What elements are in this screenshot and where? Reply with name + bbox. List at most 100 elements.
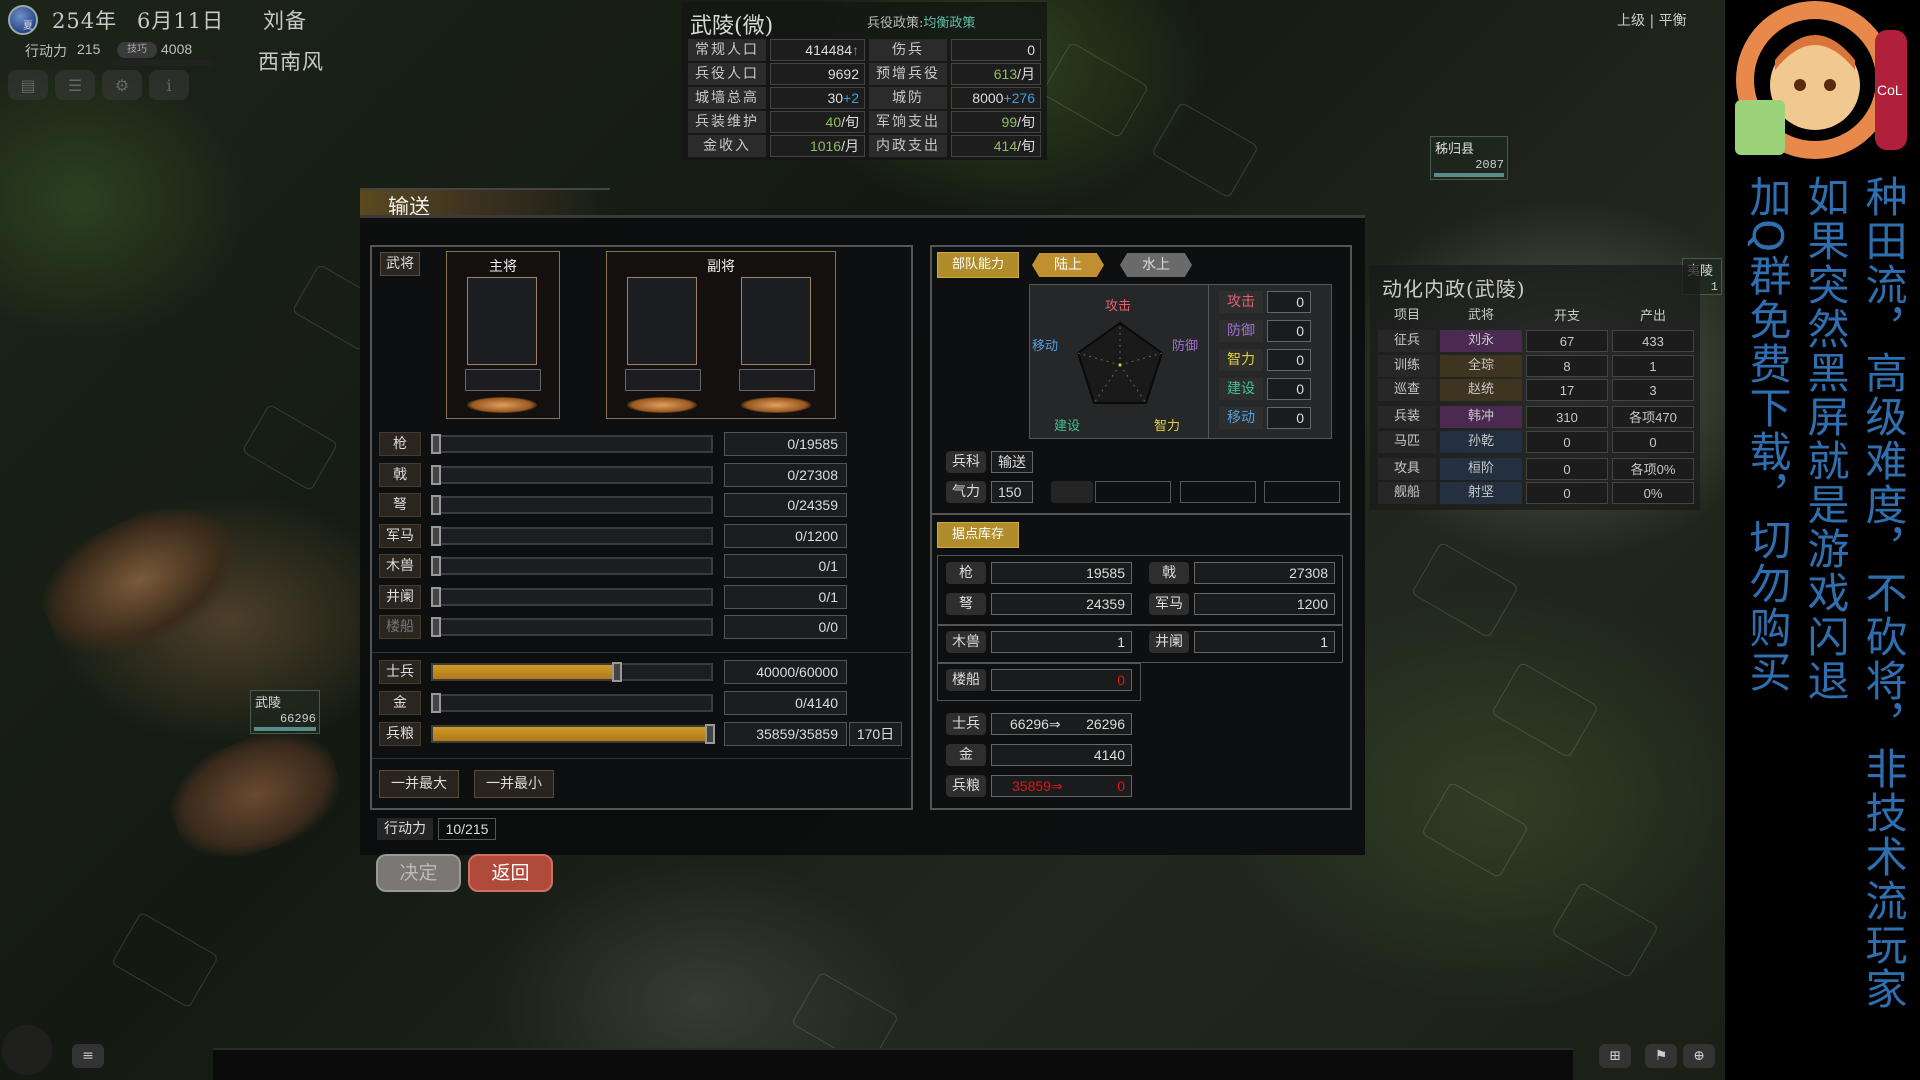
min-all-button[interactable]: 一并最小 <box>474 770 554 798</box>
food-to: 0 <box>1117 778 1125 794</box>
auto-general[interactable]: 赵统 <box>1440 379 1522 401</box>
slider-value[interactable]: 35859/35859 <box>724 722 847 746</box>
slider-track[interactable] <box>431 464 713 485</box>
slider-label: 戟 <box>379 462 421 487</box>
main-general-slot[interactable]: 主将 <box>446 251 560 419</box>
unit-radar-chart: 攻击 防御 移动 建设 智力 <box>1029 284 1209 439</box>
info-icon[interactable]: i <box>149 70 189 100</box>
chips-bag <box>1735 100 1785 155</box>
slider-value[interactable]: 0/1 <box>724 584 847 609</box>
map-label-zigui[interactable]: 秭归县 2087 <box>1430 136 1508 180</box>
inv-label: 军马 <box>1149 593 1189 615</box>
automation-row[interactable]: 攻具 桓阶 0 各项0% <box>1378 458 1700 480</box>
city-row-value: 414484↑ <box>770 39 865 61</box>
auto-item: 征兵 <box>1378 330 1436 352</box>
slider-track[interactable] <box>431 495 713 515</box>
automation-row[interactable]: 征兵 刘永 67 433 <box>1378 330 1700 352</box>
automation-panel: 动化内政(武陵) 项目 武将 开支 产出 征兵 刘永 67 433 训练 全琮 8… <box>1370 265 1700 510</box>
tab-water[interactable]: 水上 <box>1120 253 1192 277</box>
automation-row[interactable]: 马匹 孙乾 0 0 <box>1378 431 1700 453</box>
slider-value[interactable]: 0/1200 <box>724 523 847 548</box>
calendar-icon[interactable]: ▤ <box>8 70 48 100</box>
slider-track[interactable] <box>431 693 713 713</box>
auto-item: 攻具 <box>1378 458 1436 480</box>
gear-icon[interactable]: ⚙ <box>102 70 142 100</box>
city-row-value: 0 <box>951 39 1041 61</box>
slider-value[interactable]: 0/1 <box>724 554 847 578</box>
auto-general[interactable]: 孙乾 <box>1440 431 1522 453</box>
value-bonus: +2 <box>843 90 859 106</box>
automation-row[interactable]: 训练 全琮 8 1 <box>1378 355 1700 377</box>
map-label-wuling[interactable]: 武陵 66296 <box>250 690 320 734</box>
vice-general-nameplate <box>739 369 815 391</box>
slider-thumb[interactable] <box>431 464 441 485</box>
list-icon[interactable]: ☰ <box>55 70 95 100</box>
ruler-emblem-icon[interactable] <box>2 1025 52 1075</box>
city-row-label: 内政支出 <box>869 135 947 157</box>
globe-icon[interactable]: ⊕ <box>1683 1044 1715 1068</box>
confirm-button[interactable]: 决定 <box>376 854 461 892</box>
slot-glow <box>627 397 697 413</box>
slider-track[interactable] <box>431 525 713 546</box>
vice-general-portrait[interactable] <box>741 277 811 365</box>
automation-row[interactable]: 兵装 韩冲 310 各项470 <box>1378 406 1700 428</box>
slider-label: 军马 <box>379 523 421 548</box>
flag-icon[interactable]: ⚑ <box>1645 1044 1677 1068</box>
slider-value[interactable]: 0/0 <box>724 615 847 639</box>
unit-ability-tab[interactable]: 部队能力 <box>937 252 1019 278</box>
auto-general[interactable]: 桓阶 <box>1440 458 1522 480</box>
city-row-value: 40/旬 <box>770 111 865 133</box>
slider-thumb[interactable] <box>431 617 441 637</box>
conscription-policy: 兵役政策:均衡政策 <box>867 12 975 31</box>
grid-icon[interactable]: ⊞ <box>1599 1044 1631 1068</box>
slider-track[interactable] <box>431 662 713 682</box>
slider-value[interactable]: 0/4140 <box>724 691 847 715</box>
auto-general[interactable]: 射坚 <box>1440 482 1522 504</box>
slider-value[interactable]: 40000/60000 <box>724 660 847 684</box>
city-row-value: 613/月 <box>951 63 1041 85</box>
max-all-button[interactable]: 一并最大 <box>379 770 459 798</box>
slider-thumb[interactable] <box>431 556 441 576</box>
slider-thumb[interactable] <box>431 495 441 515</box>
menu-icon[interactable]: ≡ <box>72 1044 104 1068</box>
stat-value: 0 <box>1267 349 1311 371</box>
slider-value[interactable]: 0/24359 <box>724 493 847 517</box>
unit-stat-row: 建设 0 <box>1219 378 1324 400</box>
auto-output: 0% <box>1612 482 1694 504</box>
slider-thumb[interactable] <box>431 525 441 546</box>
slider-thumb[interactable] <box>612 662 623 682</box>
automation-row[interactable]: 巡查 赵统 17 3 <box>1378 379 1700 401</box>
inv-value-ship: 0 <box>991 669 1132 691</box>
main-general-nameplate <box>465 369 541 391</box>
svg-text:CoL: CoL <box>1877 82 1903 98</box>
slider-value[interactable]: 0/27308 <box>724 462 847 487</box>
inv-value: 27308 <box>1194 562 1335 584</box>
slider-thumb[interactable] <box>431 586 441 607</box>
divider <box>372 758 912 759</box>
auto-general[interactable]: 全琮 <box>1440 355 1522 377</box>
slider-thumb[interactable] <box>705 724 715 744</box>
automation-row[interactable]: 舰船 射坚 0 0% <box>1378 482 1700 504</box>
resource-slider-row: 兵粮 35859/35859 170日 <box>379 722 919 748</box>
slider-track[interactable] <box>431 556 713 576</box>
slider-track[interactable] <box>431 724 715 744</box>
stat-value: 0 <box>1267 320 1311 342</box>
slider-thumb[interactable] <box>431 693 441 713</box>
slider-track[interactable] <box>431 434 713 454</box>
slider-track[interactable] <box>431 617 713 637</box>
stat-value: 0 <box>1267 291 1311 313</box>
hud-ruler: 刘备 <box>263 9 307 33</box>
tab-land[interactable]: 陆上 <box>1032 253 1104 277</box>
slider-thumb[interactable] <box>431 434 441 454</box>
city-wuling-sprite[interactable] <box>156 714 354 876</box>
vice-general-portrait[interactable] <box>627 277 697 365</box>
auto-general[interactable]: 韩冲 <box>1440 406 1522 428</box>
city-row-label: 预增兵役 <box>869 63 947 85</box>
auto-item: 巡查 <box>1378 379 1436 401</box>
back-button[interactable]: 返回 <box>468 854 553 892</box>
slider-value[interactable]: 0/19585 <box>724 432 847 456</box>
auto-general[interactable]: 刘永 <box>1440 330 1522 352</box>
slider-track[interactable] <box>431 586 713 607</box>
inventory-tab[interactable]: 据点库存 <box>937 522 1019 548</box>
main-general-portrait[interactable] <box>467 277 537 365</box>
